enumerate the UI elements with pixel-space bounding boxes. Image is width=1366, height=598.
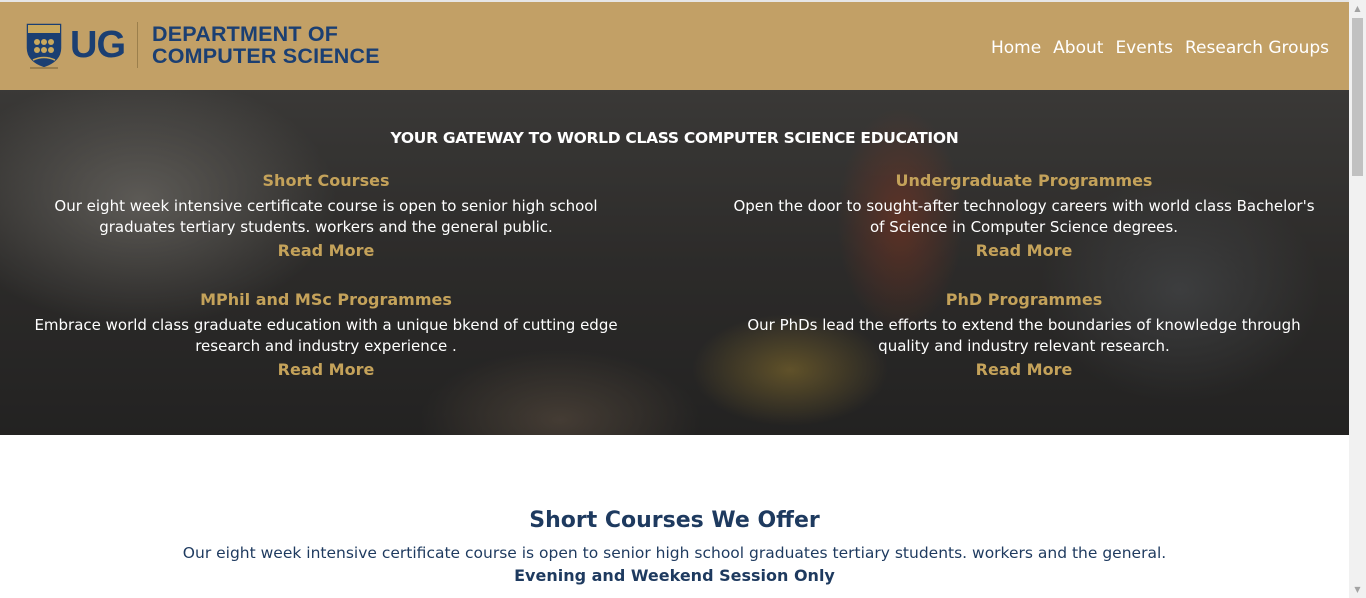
nav-home[interactable]: Home [991, 38, 1041, 58]
short-courses-session-note: Evening and Weekend Session Only [514, 566, 835, 585]
scrollbar-thumb[interactable] [1352, 18, 1363, 176]
read-more-link[interactable]: Read More [278, 360, 375, 379]
scroll-up-arrow-icon[interactable]: ▲ [1349, 0, 1366, 17]
card-title: Short Courses [262, 171, 390, 190]
site-header: UG DEPARTMENT OF COMPUTER SCIENCE Home A… [0, 2, 1349, 90]
card-description: Our PhDs lead the efforts to extend the … [734, 315, 1314, 357]
main-nav: Home About Events Research Groups [991, 38, 1329, 58]
logo-line-2: COMPUTER SCIENCE [152, 44, 380, 68]
scroll-down-arrow-icon[interactable]: ▼ [1349, 581, 1366, 598]
site-logo[interactable]: UG DEPARTMENT OF COMPUTER SCIENCE [24, 20, 380, 70]
card-title: MPhil and MSc Programmes [200, 290, 452, 309]
logo-divider [137, 22, 138, 68]
card-description: Embrace world class graduate education w… [30, 315, 622, 357]
card-description-line: of Science in Computer Science degrees. [870, 218, 1178, 236]
logo-line-1: DEPARTMENT OF [152, 22, 339, 46]
card-title: PhD Programmes [945, 290, 1103, 309]
page-viewport: UG DEPARTMENT OF COMPUTER SCIENCE Home A… [0, 0, 1349, 598]
card-title: Undergraduate Programmes [895, 171, 1153, 190]
read-more-link[interactable]: Read More [976, 360, 1073, 379]
card-description-line: graduates tertiary students. workers and… [99, 218, 553, 236]
short-courses-description: Our eight week intensive certificate cou… [182, 544, 1167, 562]
read-more-link[interactable]: Read More [976, 241, 1073, 260]
logo-abbreviation: UG [70, 23, 126, 66]
card-mphil-msc: MPhil and MSc Programmes Embrace world c… [30, 290, 622, 380]
logo-department-name: DEPARTMENT OF COMPUTER SCIENCE [152, 23, 380, 67]
hero-banner: YOUR GATEWAY TO WORLD CLASS COMPUTER SCI… [0, 90, 1349, 435]
nav-events[interactable]: Events [1115, 38, 1173, 58]
nav-research-groups[interactable]: Research Groups [1185, 38, 1329, 58]
card-description: Open the door to sought-after technology… [724, 196, 1324, 238]
vertical-scrollbar[interactable]: ▲ ▼ [1349, 0, 1366, 598]
card-description-line: Embrace world class graduate education w… [34, 316, 618, 334]
short-courses-heading: Short Courses We Offer [529, 508, 820, 533]
card-description-line: research and industry experience . [195, 337, 457, 355]
card-description-line: Our eight week intensive certificate cou… [54, 197, 598, 215]
nav-about[interactable]: About [1053, 38, 1103, 58]
card-phd: PhD Programmes Our PhDs lead the efforts… [734, 290, 1314, 380]
hero-title: YOUR GATEWAY TO WORLD CLASS COMPUTER SCI… [390, 129, 959, 147]
card-description: Our eight week intensive certificate cou… [36, 196, 616, 238]
card-undergraduate: Undergraduate Programmes Open the door t… [724, 171, 1324, 261]
university-crest-icon [25, 22, 63, 69]
card-short-courses: Short Courses Our eight week intensive c… [36, 171, 616, 261]
card-description-line: quality and industry relevant research. [878, 337, 1170, 355]
read-more-link[interactable]: Read More [278, 241, 375, 260]
card-description-line: Our PhDs lead the efforts to extend the … [747, 316, 1301, 334]
card-description-line: Open the door to sought-after technology… [733, 197, 1315, 215]
